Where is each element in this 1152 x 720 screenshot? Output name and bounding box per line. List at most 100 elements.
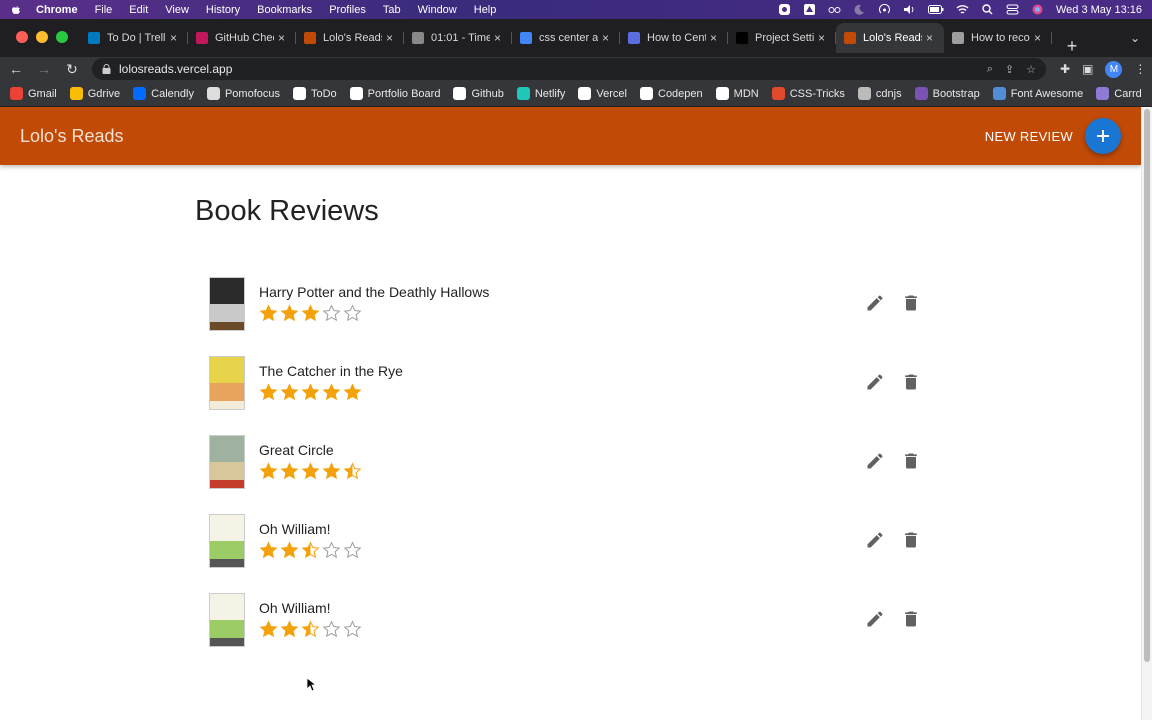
spotlight-search-icon[interactable] [981,4,994,15]
review-row[interactable]: The Catcher in the Rye [195,343,935,422]
tab[interactable]: css center an × [512,23,620,53]
menu-history[interactable]: History [206,4,240,16]
extensions-puzzle-icon[interactable]: ✚ [1060,62,1070,76]
close-tab-icon[interactable]: × [818,31,828,45]
back-arrow-icon[interactable]: ← [4,61,28,77]
book-title[interactable]: Great Circle [259,442,362,458]
add-review-fab[interactable] [1085,118,1121,154]
bookmark-github[interactable]: Github [453,87,504,100]
tab[interactable]: 01:01 - Time × [404,23,512,53]
menu-bookmarks[interactable]: Bookmarks [257,4,312,16]
edit-pencil-icon[interactable] [865,609,885,629]
bookmark-star-icon[interactable]: ☆ [1026,63,1036,76]
close-tab-icon[interactable]: × [602,31,612,45]
close-tab-icon[interactable]: × [926,31,936,45]
close-window-button[interactable] [16,31,28,43]
forward-arrow-icon[interactable]: → [32,61,56,77]
book-cover[interactable] [209,592,245,647]
new-review-button[interactable]: NEW REVIEW [985,129,1073,144]
book-cover[interactable] [209,513,245,568]
review-row[interactable]: Oh William! [195,580,935,659]
control-center-icon[interactable] [1006,4,1019,15]
edit-pencil-icon[interactable] [865,372,885,392]
clock[interactable]: Wed 3 May 13:16 [1056,4,1142,16]
bookmark-vercel[interactable]: Vercel [578,87,627,100]
book-title[interactable]: Oh William! [259,521,362,537]
bookmark-gdrive[interactable]: Gdrive [69,87,120,100]
volume-icon[interactable] [903,4,916,15]
browser-menu-icon[interactable]: ⋮ [1134,62,1146,76]
edit-pencil-icon[interactable] [865,451,885,471]
delete-trash-icon[interactable] [901,609,921,629]
bookmark-carrd[interactable]: Carrd [1096,87,1142,100]
battery-icon[interactable] [927,4,944,15]
apple-logo-icon[interactable] [10,4,22,16]
bookmark-calendly[interactable]: Calendly [133,87,194,100]
edit-pencil-icon[interactable] [865,530,885,550]
moon-icon[interactable] [853,4,866,15]
tab[interactable]: To Do | Trello × [80,23,188,53]
review-row[interactable]: Great Circle [195,422,935,501]
bookmark-pomofocus[interactable]: Pomofocus [206,87,280,100]
edit-pencil-icon[interactable] [865,293,885,313]
menu-app-name[interactable]: Chrome [36,4,78,16]
bookmark-netlify[interactable]: Netlify [516,87,565,100]
scrollbar-thumb[interactable] [1144,109,1150,662]
bookmark-portfolio-board[interactable]: Portfolio Board [349,87,440,100]
drive-icon[interactable] [803,4,816,15]
book-title[interactable]: Oh William! [259,600,362,616]
share-icon[interactable]: ⇪ [1005,63,1014,76]
menu-profiles[interactable]: Profiles [329,4,366,16]
tab[interactable]: Project Setti × [728,23,836,53]
close-tab-icon[interactable]: × [386,31,396,45]
review-row[interactable]: Oh William! [195,501,935,580]
delete-trash-icon[interactable] [901,530,921,550]
delete-trash-icon[interactable] [901,372,921,392]
tab-active[interactable]: Lolo's Reads × [836,23,944,53]
menu-edit[interactable]: Edit [129,4,148,16]
tab[interactable]: How to reco × [944,23,1052,53]
new-tab-button[interactable]: + [1062,36,1082,57]
menu-file[interactable]: File [95,4,113,16]
bookmark-codepen[interactable]: Codepen [640,87,703,100]
siri-icon[interactable] [1031,4,1044,15]
book-title[interactable]: Harry Potter and the Deathly Hallows [259,284,489,300]
close-tab-icon[interactable]: × [170,31,180,45]
delete-trash-icon[interactable] [901,293,921,313]
bookmark-cdnjs[interactable]: cdnjs [857,87,902,100]
tab-search-chevron-icon[interactable]: ⌄ [1130,31,1140,45]
book-cover[interactable] [209,355,245,410]
close-tab-icon[interactable]: × [1034,31,1044,45]
zoom-window-button[interactable] [56,31,68,43]
book-title[interactable]: The Catcher in the Rye [259,363,403,379]
tab[interactable]: How to Cent × [620,23,728,53]
book-cover[interactable] [209,276,245,331]
menu-help[interactable]: Help [474,4,497,16]
bookmark-gmail[interactable]: Gmail [10,87,57,100]
menu-tab[interactable]: Tab [383,4,401,16]
tab[interactable]: GitHub Check × [188,23,296,53]
book-cover[interactable] [209,434,245,489]
app-title[interactable]: Lolo's Reads [20,126,124,147]
zoom-icon[interactable]: ⌕ [987,63,993,76]
side-panel-icon[interactable]: ▣ [1082,62,1093,76]
airdrop-icon[interactable] [878,4,891,15]
menu-window[interactable]: Window [418,4,457,16]
bookmark-mdn[interactable]: MDN [715,87,759,100]
tab[interactable]: Lolo's Reads × [296,23,404,53]
menu-view[interactable]: View [165,4,189,16]
glasses-icon[interactable] [828,4,841,15]
bookmark-bootstrap[interactable]: Bootstrap [914,87,980,100]
bookmark-todo[interactable]: ToDo [292,87,337,100]
review-row[interactable]: Harry Potter and the Deathly Hallows [195,264,935,343]
close-tab-icon[interactable]: × [710,31,720,45]
minimize-window-button[interactable] [36,31,48,43]
lock-icon[interactable] [102,64,111,74]
reload-icon[interactable]: ↻ [60,61,84,78]
profile-avatar[interactable]: M [1105,60,1123,78]
address-bar[interactable]: lolosreads.vercel.app ⌕ ⇪ ☆ [92,58,1046,80]
delete-trash-icon[interactable] [901,451,921,471]
record-icon[interactable] [778,4,791,15]
bookmark-css-tricks[interactable]: CSS-Tricks [771,87,845,100]
bookmark-font-awesome[interactable]: Font Awesome [992,87,1083,100]
